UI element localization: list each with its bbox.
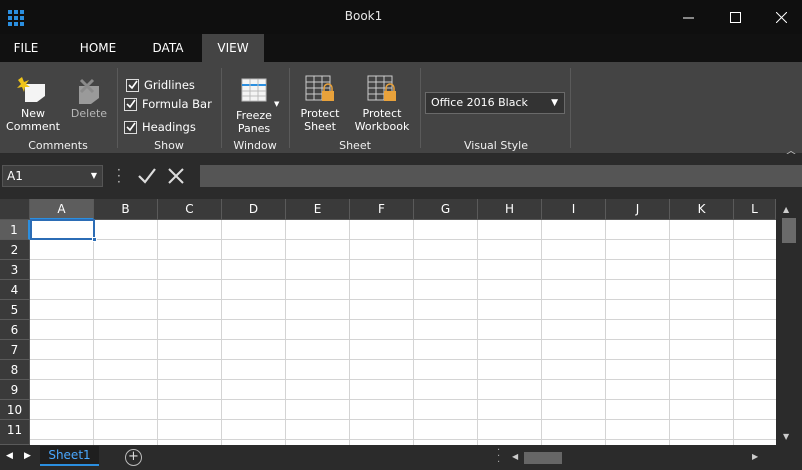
tab-file[interactable]: FILE xyxy=(0,34,52,62)
ribbon-panel: New Comment Delete Comments Gridlines Fo… xyxy=(0,62,802,157)
gridlines-checkbox[interactable]: Gridlines xyxy=(126,78,195,92)
column-header[interactable]: D xyxy=(222,199,286,220)
active-cell[interactable] xyxy=(30,219,97,242)
cancel-button[interactable] xyxy=(167,167,185,189)
fill-handle[interactable] xyxy=(92,237,97,242)
row-header[interactable]: 8 xyxy=(0,360,30,380)
freeze-panes-icon xyxy=(241,78,267,102)
sheet-tab[interactable]: Sheet1 xyxy=(40,446,99,466)
checkmark-icon xyxy=(138,168,156,184)
tab-data[interactable]: DATA xyxy=(136,34,200,62)
group-separator xyxy=(221,68,222,148)
row-header[interactable]: 6 xyxy=(0,320,30,340)
group-separator xyxy=(420,68,421,148)
enter-button[interactable] xyxy=(137,167,157,189)
dropdown-arrow-icon: ▼ xyxy=(90,171,97,180)
formula-bar-checkbox[interactable]: Formula Bar xyxy=(124,97,212,111)
checkmark-icon xyxy=(124,97,137,111)
group-label-show: Show xyxy=(154,139,184,152)
row-header[interactable]: 2 xyxy=(0,240,30,260)
column-header[interactable]: J xyxy=(606,199,670,220)
spreadsheet-grid: A B C D E F G H I J K L 1 2 3 4 5 6 7 8 … xyxy=(0,199,802,445)
group-label-sheet: Sheet xyxy=(339,139,371,152)
title-bar: Book1 xyxy=(0,0,802,34)
prev-sheet-icon[interactable]: ◀ xyxy=(6,451,13,461)
select-all-corner[interactable] xyxy=(0,199,30,220)
grip-icon: · · · xyxy=(117,163,121,189)
row-header[interactable]: 11 xyxy=(0,420,30,445)
checkmark-icon xyxy=(126,78,139,92)
column-header[interactable]: E xyxy=(286,199,350,220)
column-header[interactable]: H xyxy=(478,199,542,220)
minimize-icon xyxy=(682,17,694,18)
new-comment-button[interactable]: New Comment xyxy=(4,76,62,133)
row-header[interactable]: 3 xyxy=(0,260,30,280)
row-header[interactable]: 1 xyxy=(0,220,30,240)
headings-checkbox[interactable]: Headings xyxy=(124,120,196,134)
maximize-icon xyxy=(729,11,741,23)
scroll-left-icon[interactable]: ◀ xyxy=(512,452,518,461)
delete-comment-icon xyxy=(79,78,99,104)
scroll-up-icon[interactable]: ▲ xyxy=(783,205,789,214)
formula-input[interactable] xyxy=(200,165,802,187)
visual-style-dropdown[interactable]: Office 2016 Black ▼ xyxy=(425,92,565,114)
window-title: Book1 xyxy=(344,9,383,23)
row-header[interactable]: 4 xyxy=(0,280,30,300)
scroll-right-icon[interactable]: ▶ xyxy=(752,452,758,461)
maximize-button[interactable] xyxy=(712,0,758,34)
dropdown-arrow-icon: ▼ xyxy=(274,100,280,108)
freeze-panes-button[interactable]: ▼ Freeze Panes xyxy=(226,76,282,135)
splitter-grip-icon[interactable]: · · · xyxy=(497,446,500,468)
row-header[interactable]: 9 xyxy=(0,380,30,400)
protect-sheet-icon xyxy=(305,75,334,101)
cancel-icon xyxy=(168,168,184,184)
group-label-comments: Comments xyxy=(28,139,88,152)
protect-workbook-button[interactable]: Protect Workbook xyxy=(350,74,414,133)
protect-workbook-icon xyxy=(367,75,396,101)
column-header[interactable]: B xyxy=(94,199,158,220)
vertical-scrollbar[interactable]: ▲ ▼ xyxy=(776,199,802,445)
checkmark-icon xyxy=(124,120,137,134)
horizontal-scrollbar[interactable]: ◀ ▶ xyxy=(510,451,765,465)
tab-view[interactable]: VIEW xyxy=(202,34,264,62)
group-separator xyxy=(289,68,290,148)
delete-comment-button[interactable]: Delete xyxy=(66,78,112,120)
name-box[interactable]: A1 ▼ xyxy=(2,165,103,187)
column-header[interactable]: A xyxy=(30,199,94,220)
column-header[interactable]: G xyxy=(414,199,478,220)
vertical-scroll-thumb[interactable] xyxy=(782,218,796,243)
minimize-button[interactable] xyxy=(665,0,711,34)
column-header[interactable]: F xyxy=(350,199,414,220)
new-comment-icon xyxy=(17,77,45,102)
scroll-down-icon[interactable]: ▼ xyxy=(783,432,789,441)
horizontal-scroll-thumb[interactable] xyxy=(524,452,562,464)
column-header[interactable]: K xyxy=(670,199,734,220)
group-separator xyxy=(570,68,571,148)
tab-home[interactable]: HOME xyxy=(66,34,130,62)
add-sheet-icon[interactable]: + xyxy=(125,449,142,466)
close-icon xyxy=(775,11,787,23)
dropdown-arrow-icon: ▼ xyxy=(551,98,558,108)
sheet-tab-bar: ◀ ▶ Sheet1 + · · · ◀ ▶ xyxy=(0,445,802,470)
group-label-window: Window xyxy=(233,139,277,152)
column-header[interactable]: C xyxy=(158,199,222,220)
row-header[interactable]: 5 xyxy=(0,300,30,320)
column-header[interactable]: I xyxy=(542,199,606,220)
ribbon-tabs: FILE HOME DATA VIEW xyxy=(0,34,802,62)
cell-area[interactable] xyxy=(30,220,776,445)
row-header[interactable]: 10 xyxy=(0,400,30,420)
formula-bar: A1 ▼ · · · xyxy=(0,154,802,199)
row-header[interactable]: 7 xyxy=(0,340,30,360)
close-button[interactable] xyxy=(758,0,802,34)
group-label-visual-style: Visual Style xyxy=(464,139,528,152)
next-sheet-icon[interactable]: ▶ xyxy=(24,451,31,461)
column-header[interactable]: L xyxy=(734,199,776,220)
group-separator xyxy=(117,68,118,148)
protect-sheet-button[interactable]: Protect Sheet xyxy=(294,74,346,133)
